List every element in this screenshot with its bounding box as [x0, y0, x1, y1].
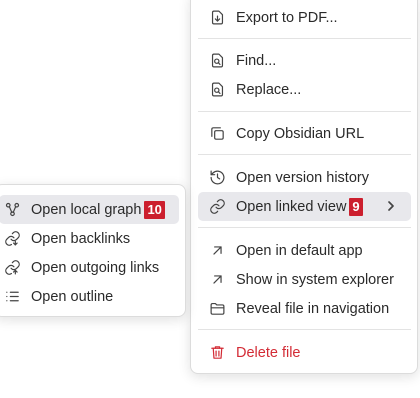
submenu-item-outline[interactable]: Open outline — [0, 282, 179, 311]
menu-separator — [198, 111, 411, 112]
menu-item-label: Delete file — [236, 344, 301, 361]
menu-item-label: Reveal file in navigation — [236, 300, 390, 317]
menu-separator — [198, 227, 411, 228]
menu-item-open-linked-view[interactable]: Open linked view 9 — [198, 192, 411, 221]
graph-icon — [3, 201, 21, 219]
menu-separator — [198, 154, 411, 155]
menu-item-copy-url[interactable]: Copy Obsidian URL — [198, 119, 411, 148]
link-icon — [208, 198, 226, 216]
submenu-item-local-graph[interactable]: Open local graph 10 — [0, 195, 179, 224]
backlinks-icon — [3, 230, 21, 248]
menu-item-replace[interactable]: Replace... — [198, 75, 411, 104]
copy-icon — [208, 125, 226, 143]
folder-icon — [208, 300, 226, 318]
menu-item-label: Open backlinks — [31, 230, 131, 247]
menu-item-label: Open version history — [236, 169, 369, 186]
menu-item-label: Open linked view — [236, 198, 347, 215]
export-icon — [208, 9, 226, 27]
menu-item-export-pdf[interactable]: Export to PDF... — [198, 3, 411, 32]
menu-item-reveal-file[interactable]: Reveal file in navigation — [198, 294, 411, 323]
trash-icon — [208, 344, 226, 362]
replace-icon — [208, 81, 226, 99]
linked-view-submenu: Open local graph 10 Open backlinks Open … — [0, 184, 186, 317]
outgoing-links-icon — [3, 259, 21, 277]
menu-item-find[interactable]: Find... — [198, 46, 411, 75]
menu-item-label: Copy Obsidian URL — [236, 125, 365, 142]
arrow-up-right-icon — [208, 271, 226, 289]
outline-icon — [3, 288, 21, 306]
step-badge: 9 — [349, 197, 363, 216]
find-icon — [208, 52, 226, 70]
arrow-up-right-icon — [208, 242, 226, 260]
menu-item-label: Open outline — [31, 288, 114, 305]
menu-item-version-history[interactable]: Open version history — [198, 163, 411, 192]
submenu-item-outgoing-links[interactable]: Open outgoing links — [0, 253, 179, 282]
menu-separator — [198, 329, 411, 330]
chevron-right-icon — [385, 200, 397, 212]
step-badge: 10 — [144, 200, 165, 219]
menu-item-label: Open outgoing links — [31, 259, 160, 276]
menu-item-label: Export to PDF... — [236, 9, 338, 26]
menu-item-show-system-explorer[interactable]: Show in system explorer — [198, 265, 411, 294]
history-icon — [208, 169, 226, 187]
submenu-item-backlinks[interactable]: Open backlinks — [0, 224, 179, 253]
menu-item-label: Find... — [236, 52, 277, 69]
menu-item-open-default-app[interactable]: Open in default app — [198, 236, 411, 265]
menu-item-label: Show in system explorer — [236, 271, 394, 288]
menu-item-label: Open in default app — [236, 242, 363, 259]
file-context-menu: Export to PDF... Find... Replace... Copy… — [190, 0, 418, 374]
menu-item-label: Replace... — [236, 81, 302, 98]
menu-item-label: Open local graph — [31, 201, 142, 218]
menu-item-delete-file[interactable]: Delete file — [198, 338, 411, 367]
menu-separator — [198, 38, 411, 39]
